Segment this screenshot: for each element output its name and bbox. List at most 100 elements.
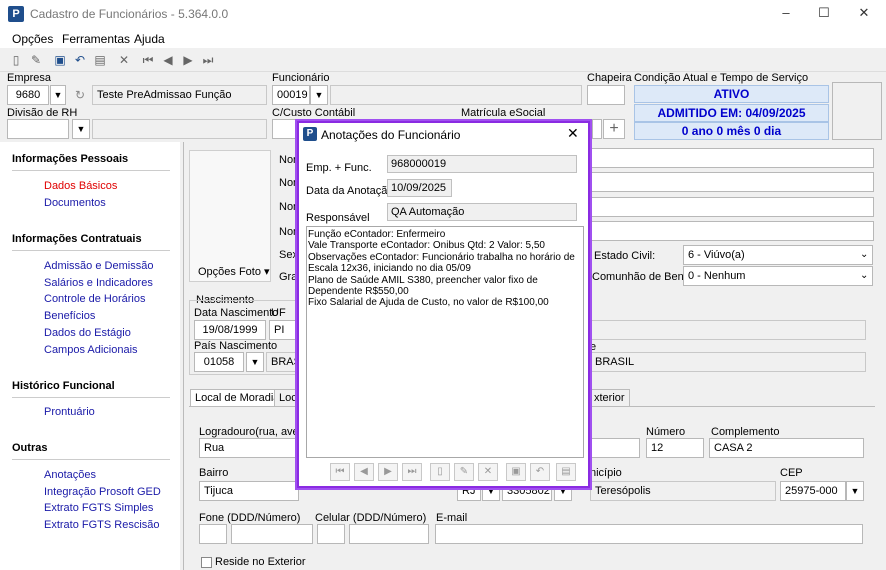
chapeira-field[interactable]: [587, 85, 625, 105]
undo-icon[interactable]: ↶: [72, 52, 88, 68]
save-icon[interactable]: ▣: [52, 52, 68, 68]
new-doc-icon[interactable]: ▯: [8, 52, 24, 68]
sidebar-section-historico: Histórico Funcional: [12, 380, 115, 392]
photo-area: [189, 150, 271, 282]
nav-undo-icon[interactable]: ↶: [530, 463, 550, 481]
sidebar-item-campos-adicionais[interactable]: Campos Adicionais: [44, 344, 138, 356]
edit-icon[interactable]: ✎: [28, 52, 44, 68]
nome-field-4[interactable]: [590, 221, 874, 241]
celular-ddd-field[interactable]: [317, 524, 345, 544]
nav-delete-icon[interactable]: ✕: [478, 463, 498, 481]
ccusto-field[interactable]: [272, 119, 298, 139]
memo-line: Função eContador: Enfermeiro: [308, 229, 446, 240]
prev-icon[interactable]: ◀: [160, 52, 176, 68]
logradouro-field[interactable]: Rua: [199, 438, 299, 458]
nav-last-icon[interactable]: ⏭: [402, 463, 422, 481]
last-icon[interactable]: ⏭: [200, 52, 216, 68]
data-anotacao-label: Data da Anotação: [306, 185, 394, 197]
tab-exterior[interactable]: xterior: [589, 389, 630, 407]
funcionario-code-field[interactable]: 00019: [272, 85, 310, 105]
refresh-icon[interactable]: ↻: [72, 87, 88, 103]
estado-civil-select[interactable]: 6 - Viúvo(a): [683, 245, 873, 265]
fone-numero-field[interactable]: [231, 524, 313, 544]
divisao-dropdown-icon[interactable]: ▼: [72, 119, 90, 139]
funcionario-dropdown-icon[interactable]: ▼: [310, 85, 328, 105]
numero-field[interactable]: 12: [646, 438, 704, 458]
nome-field-3[interactable]: [590, 197, 874, 217]
dialog-close-icon[interactable]: ✕: [567, 125, 579, 142]
uf-field[interactable]: PI: [269, 320, 297, 340]
anotacao-memo[interactable]: Função eContador: Enfermeiro Vale Transp…: [306, 226, 584, 458]
divisao-label: Divisão de RH: [7, 107, 78, 119]
sidebar-item-fgts-simples[interactable]: Extrato FGTS Simples: [44, 502, 153, 514]
admitido-badge: ADMITIDO EM: 04/09/2025: [634, 104, 829, 122]
sidebar-item-estagio[interactable]: Dados do Estágio: [44, 327, 131, 339]
nav-save-icon[interactable]: ▣: [506, 463, 526, 481]
minimize-button[interactable]: –: [776, 4, 796, 22]
memo-line: Fixo Salarial de Ajuda de Custo, no valo…: [308, 297, 549, 309]
nav-next-icon[interactable]: ▶: [378, 463, 398, 481]
print-icon[interactable]: ▤: [92, 52, 108, 68]
sidebar-item-horarios[interactable]: Controle de Horários: [44, 293, 146, 305]
cep-field[interactable]: 25975-000: [780, 481, 846, 501]
nav-insert-icon[interactable]: ▯: [430, 463, 450, 481]
nome-field-2[interactable]: [590, 172, 874, 192]
photo-thumb: [832, 82, 882, 140]
sidebar-item-prosoft-ged[interactable]: Integração Prosoft GED: [44, 486, 161, 498]
sidebar-item-documentos[interactable]: Documentos: [44, 197, 106, 209]
sidebar-section-contratuais: Informações Contratuais: [12, 233, 142, 245]
maximize-button[interactable]: ☐: [814, 4, 834, 22]
next-icon[interactable]: ▶: [180, 52, 196, 68]
close-button[interactable]: ✕: [854, 4, 874, 22]
delete-icon[interactable]: ✕: [116, 52, 132, 68]
memo-line: Plano de Saúde AMIL S380, preencher valo…: [308, 274, 538, 286]
matricula-field[interactable]: [592, 119, 602, 139]
sidebar-item-admissao[interactable]: Admissão e Demissão: [44, 260, 153, 272]
pais-dropdown-icon[interactable]: ▼: [246, 352, 264, 372]
empresa-code-field[interactable]: 9680: [7, 85, 49, 105]
nav-prev-icon[interactable]: ◀: [354, 463, 374, 481]
sidebar-item-dados-basicos[interactable]: Dados Básicos: [44, 180, 117, 192]
add-icon[interactable]: +: [603, 119, 625, 139]
menu-opcoes[interactable]: Opções: [12, 32, 53, 46]
funcionario-label: Funcionário: [272, 72, 330, 84]
comunhao-label: Comunhão de Bens:: [592, 271, 693, 283]
nav-edit-icon[interactable]: ✎: [454, 463, 474, 481]
menu-ajuda[interactable]: Ajuda: [134, 32, 165, 46]
dialog-title: Anotações do Funcionário: [321, 128, 461, 142]
cep-dropdown-icon[interactable]: ▼: [846, 481, 864, 501]
nav-print-icon[interactable]: ▤: [556, 463, 576, 481]
sidebar: Informações Pessoais Dados Básicos Docum…: [0, 142, 180, 570]
first-icon[interactable]: ⏮: [140, 52, 156, 68]
pais-code-field[interactable]: 01058: [194, 352, 244, 372]
sidebar-item-prontuario[interactable]: Prontuário: [44, 406, 95, 418]
reside-exterior-label: Reside no Exterior: [215, 556, 306, 568]
pais-name-field: BRASI: [266, 352, 298, 372]
sidebar-section-outras: Outras: [12, 442, 48, 454]
reside-exterior-checkbox[interactable]: [201, 557, 212, 568]
nav-first-icon[interactable]: ⏮: [330, 463, 350, 481]
empresa-dropdown-icon[interactable]: ▼: [50, 85, 66, 105]
celular-numero-field[interactable]: [349, 524, 429, 544]
email-field[interactable]: [435, 524, 863, 544]
dialog-navigator: ⏮ ◀ ▶ ⏭ ▯ ✎ ✕ ▣ ↶ ▤: [330, 461, 580, 483]
sidebar-item-beneficios[interactable]: Benefícios: [44, 310, 95, 322]
sidebar-item-anotacoes[interactable]: Anotações: [44, 469, 96, 481]
data-nasc-field[interactable]: 19/08/1999: [194, 320, 266, 340]
celular-label: Celular (DDD/Número): [315, 512, 427, 524]
comunhao-select[interactable]: 0 - Nenhum: [683, 266, 873, 286]
menu-ferramentas[interactable]: Ferramentas: [62, 32, 130, 46]
fone-ddd-field[interactable]: [199, 524, 227, 544]
sidebar-item-salarios[interactable]: Salários e Indicadores: [44, 277, 153, 289]
nome-field-1[interactable]: [590, 148, 874, 168]
sidebar-item-fgts-rescisao[interactable]: Extrato FGTS Rescisão: [44, 519, 160, 531]
opcoes-foto-button[interactable]: Opções Foto ▾: [198, 265, 270, 278]
data-anotacao-value[interactable]: 10/09/2025: [387, 179, 452, 197]
memo-line: Dependente R$550,00: [308, 286, 409, 298]
divisao-name-field: [92, 119, 267, 139]
divisao-field[interactable]: [7, 119, 69, 139]
logradouro-cont-field[interactable]: [590, 438, 640, 458]
complemento-field[interactable]: CASA 2: [709, 438, 864, 458]
empresa-label: Empresa: [7, 72, 52, 84]
bairro-field[interactable]: Tijuca: [199, 481, 299, 501]
